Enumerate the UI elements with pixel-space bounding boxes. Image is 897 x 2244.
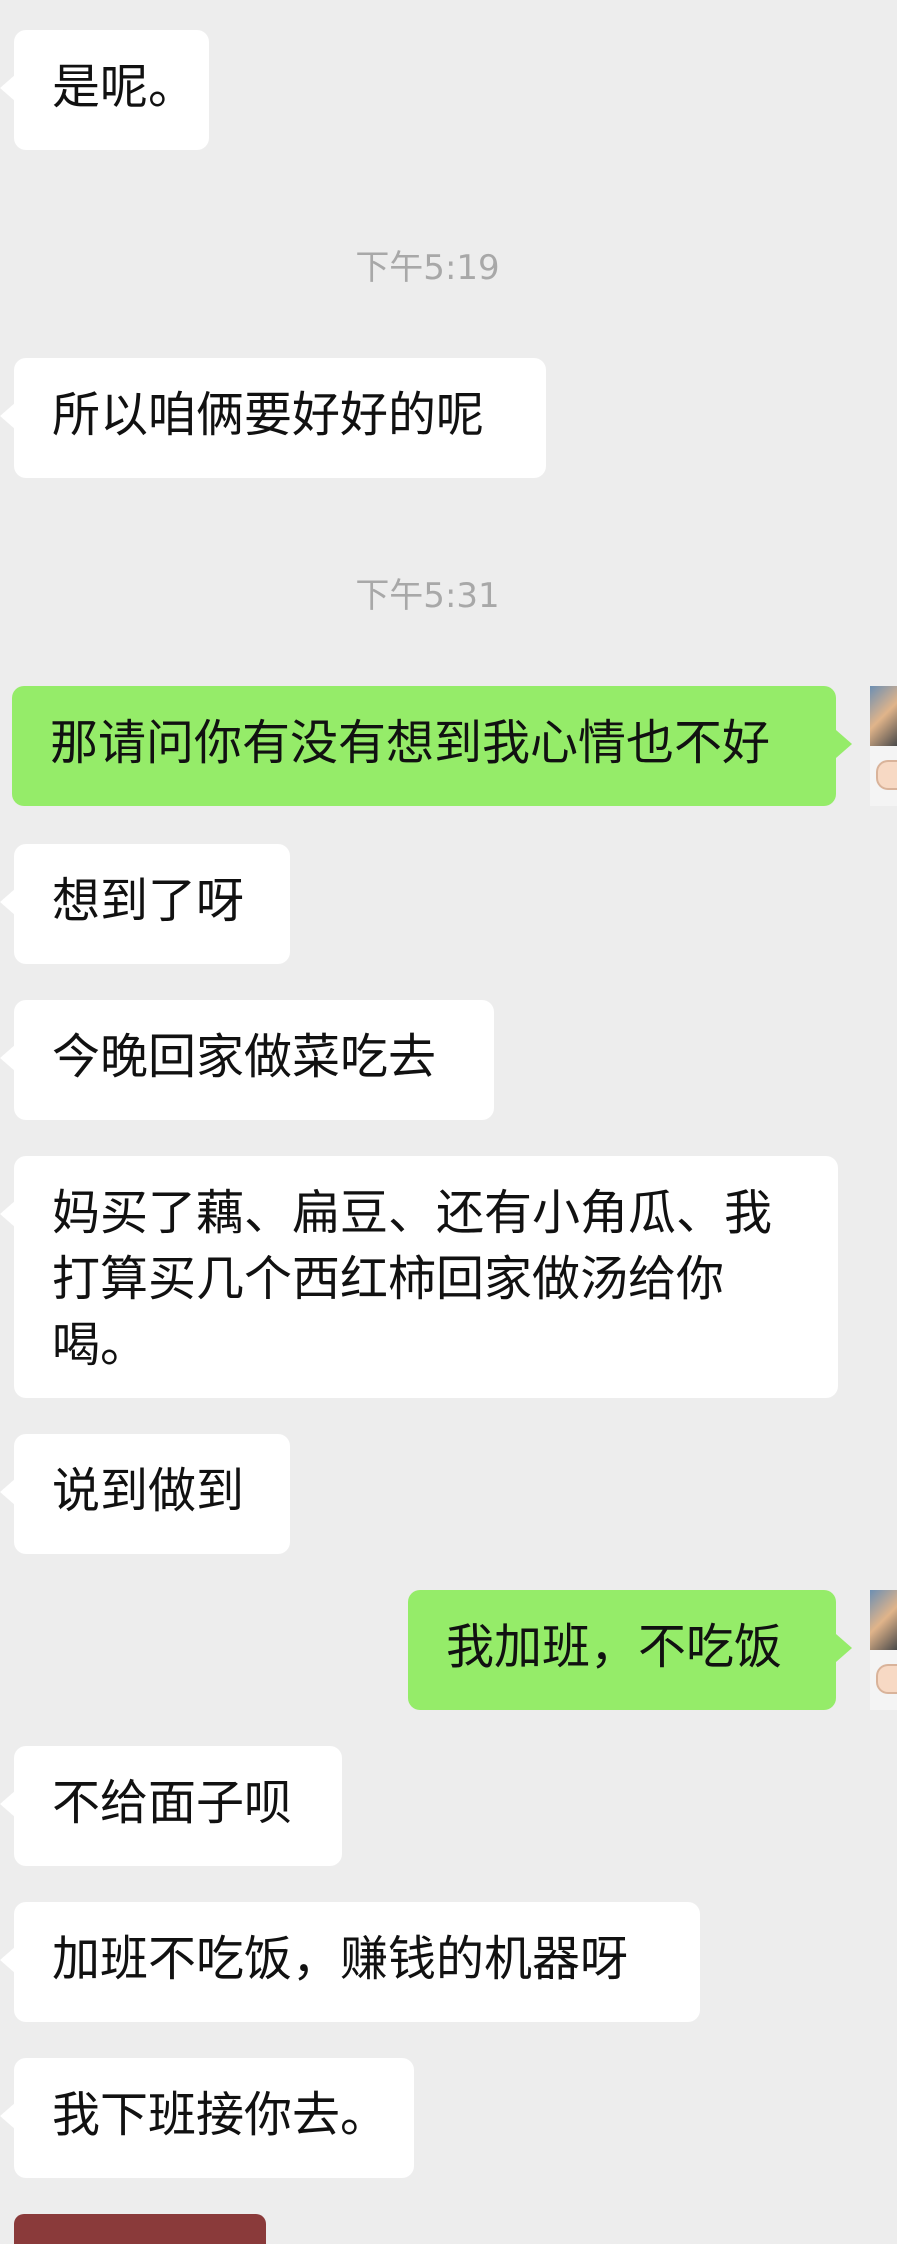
outgoing-message-bubble[interactable]: 那请问你有没有想到我心情也不好 [12,686,852,806]
incoming-message-bubble[interactable]: 妈买了藕、扁豆、还有小角瓜、我打算买几个西红柿回家做汤给你喝。 [0,1156,838,1398]
message-text: 妈买了藕、扁豆、还有小角瓜、我打算买几个西红柿回家做汤给你喝。 [52,1185,773,1373]
message-text: 我下班接你去。 [52,2087,389,2143]
message-text: 不给面子呗 [52,1775,293,1831]
incoming-message-bubble[interactable]: 不给面子呗 [0,1746,342,1866]
user-avatar[interactable] [870,686,897,806]
partial-image-message[interactable] [14,2214,266,2244]
timestamp: 下午5:31 [355,576,500,616]
incoming-message-bubble[interactable]: 加班不吃饭，赚钱的机器呀 [0,1902,700,2022]
incoming-message-bubble[interactable]: 说到做到 [0,1434,290,1554]
message-text: 所以咱俩要好好的呢 [52,387,485,443]
message-text: 我加班，不吃饭 [446,1619,783,1675]
cartoon-face-icon [876,1664,897,1694]
message-text: 加班不吃饭，赚钱的机器呀 [52,1931,629,1987]
message-text: 是呢。 [52,59,197,115]
user-avatar[interactable] [870,1590,897,1710]
chat-area[interactable]: 是呢。 下午5:19 所以咱俩要好好的呢 下午5:31 那请问你有没有想到我心情… [0,0,897,2244]
avatar-photo [870,686,897,746]
message-text: 想到了呀 [52,873,245,929]
incoming-message-bubble[interactable]: 我下班接你去。 [0,2058,414,2178]
message-text: 说到做到 [52,1463,245,1519]
incoming-message-bubble[interactable]: 是呢。 [0,30,209,150]
message-text: 那请问你有没有想到我心情也不好 [50,715,771,771]
timestamp: 下午5:19 [355,248,500,288]
message-text: 今晚回家做菜吃去 [52,1029,437,1085]
incoming-message-bubble[interactable]: 所以咱俩要好好的呢 [0,358,546,478]
outgoing-message-bubble[interactable]: 我加班，不吃饭 [408,1590,852,1710]
incoming-message-bubble[interactable]: 想到了呀 [0,844,290,964]
cartoon-face-icon [876,760,897,790]
avatar-photo [870,1590,897,1650]
incoming-message-bubble[interactable]: 今晚回家做菜吃去 [0,1000,494,1120]
